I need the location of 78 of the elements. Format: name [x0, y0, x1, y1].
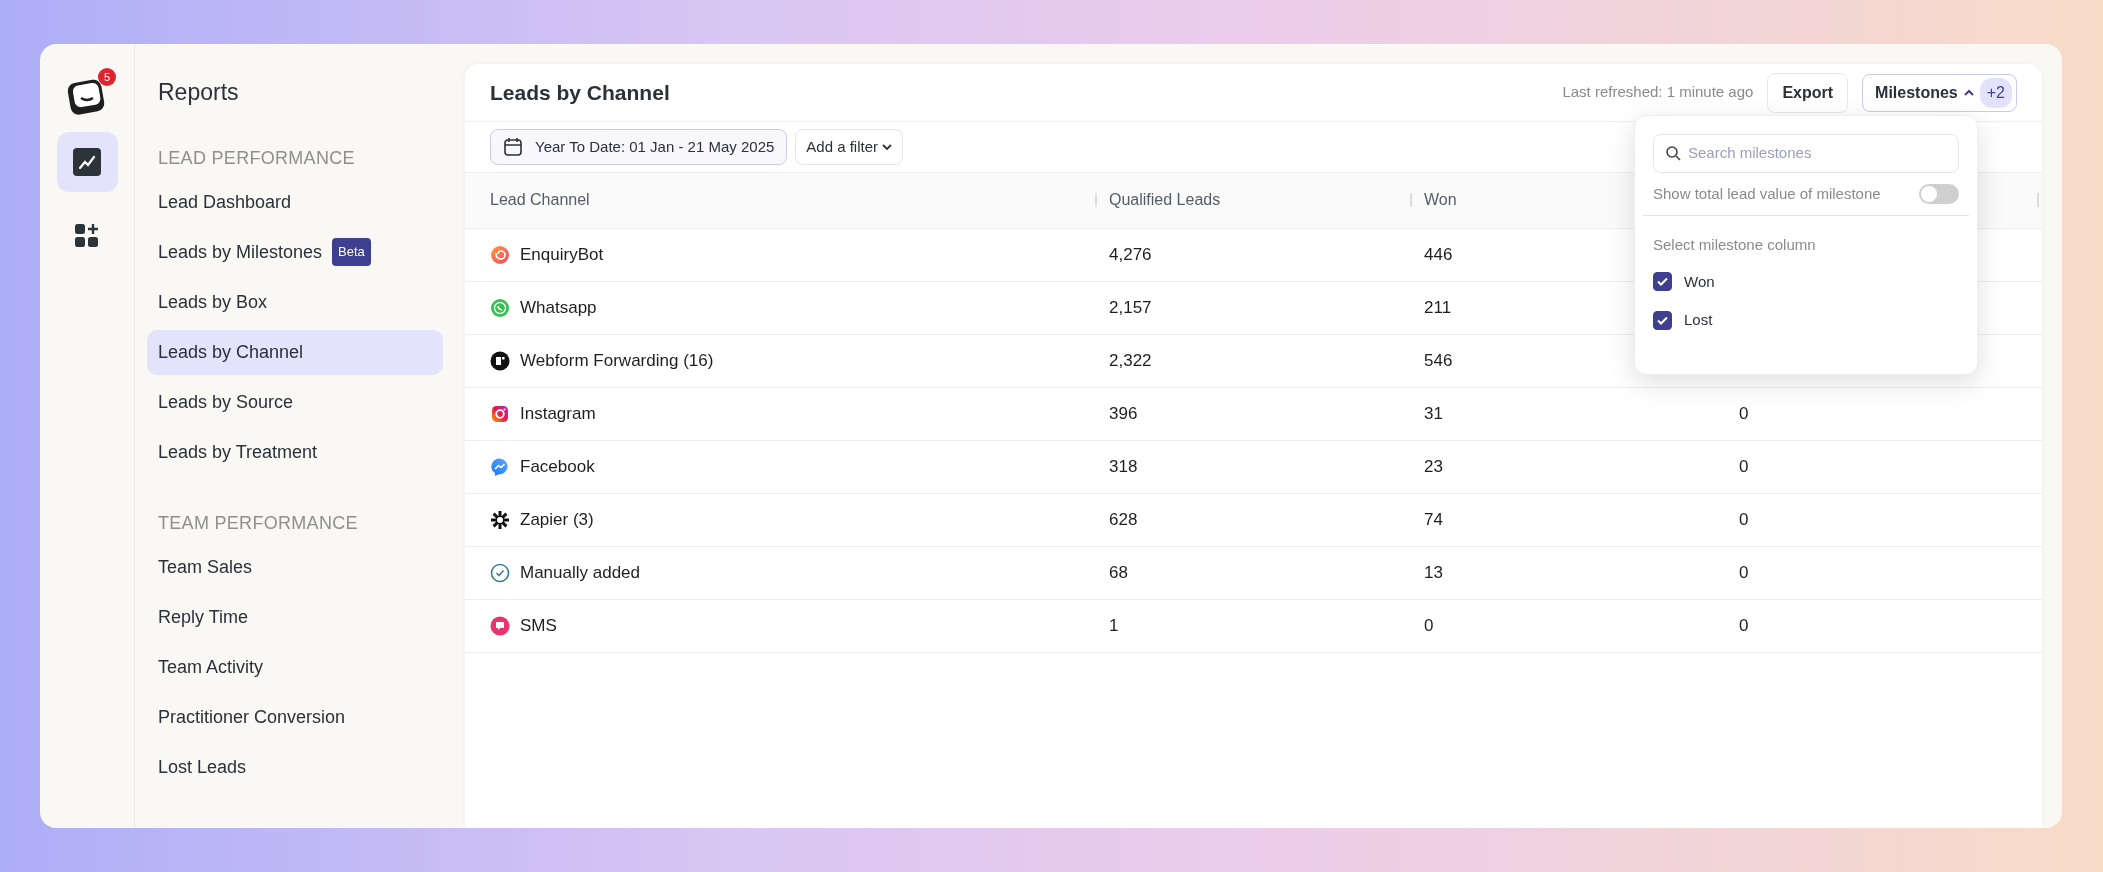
- apps-plus-icon: [74, 223, 100, 249]
- lightning-bubble-icon: [490, 456, 510, 477]
- table-cell: 0: [1739, 456, 1749, 476]
- search-field[interactable]: Search milestones: [1653, 134, 1959, 173]
- table-cell: 0: [1424, 615, 1434, 635]
- sidebar-item[interactable]: Leads by Box: [147, 279, 443, 325]
- table-cell: 23: [1424, 456, 1443, 476]
- add-filter-button[interactable]: Add a filter: [795, 128, 904, 166]
- table-cell: 1: [1109, 615, 1119, 635]
- notification-badge: 5: [98, 68, 116, 86]
- table-cell: 318: [1109, 456, 1138, 476]
- date-range-button[interactable]: Year To Date: 01 Jan - 21 May 2025: [490, 128, 788, 166]
- bot-icon: [490, 244, 510, 265]
- sidebar-item[interactable]: Lost Leads: [147, 744, 443, 790]
- sidebar-item[interactable]: Team Sales: [147, 544, 443, 590]
- table-cell: 446: [1424, 244, 1453, 264]
- export-button[interactable]: Export: [1767, 72, 1849, 113]
- chart-icon: [73, 148, 101, 176]
- channel-name: Webform Forwarding (16): [520, 349, 714, 372]
- column-header: Lead Channel: [465, 173, 1095, 228]
- channel-name: SMS: [520, 614, 557, 637]
- channel-name: Zapier (3): [520, 508, 594, 531]
- form-icon: [490, 350, 510, 371]
- channel-name: Facebook: [520, 455, 595, 478]
- chevron-down-icon: [882, 143, 893, 151]
- option-label: Won: [1684, 271, 1715, 292]
- channel-name: EnquiryBot: [520, 243, 604, 266]
- channel-name: Instagram: [520, 402, 596, 425]
- table-cell: 13: [1424, 562, 1443, 582]
- table-cell: 2,157: [1109, 297, 1152, 317]
- caret-icon: [1963, 88, 1974, 97]
- check-circle-icon: [490, 562, 510, 583]
- table-cell: 0: [1739, 509, 1749, 529]
- phone-bubble-icon: [490, 297, 510, 318]
- sidebar-item[interactable]: Leads by Source: [147, 379, 443, 425]
- camera-icon: [490, 403, 510, 424]
- toggle-switch[interactable]: [1919, 183, 1959, 204]
- section-label: Select milestone column: [1653, 235, 1817, 255]
- sidebar-item[interactable]: Leads by Channel: [147, 329, 443, 375]
- checkbox[interactable]: [1653, 272, 1672, 292]
- section-heading: TEAM PERFORMANCE: [157, 511, 359, 535]
- checkbox[interactable]: [1653, 310, 1672, 330]
- milestones-button[interactable]: Milestones +2: [1862, 73, 2017, 112]
- beta-badge: Beta: [332, 238, 371, 266]
- sidebar-item[interactable]: Lead Dashboard: [147, 179, 443, 225]
- calendar-icon: [503, 137, 523, 157]
- table-cell: 0: [1739, 615, 1749, 635]
- sidebar-item[interactable]: Reply Time: [147, 594, 443, 640]
- table-cell: 0: [1739, 562, 1749, 582]
- message-icon: [490, 615, 510, 636]
- option-label: Lost: [1684, 310, 1713, 330]
- checkmark-icon: [1657, 315, 1668, 325]
- channel-name: Whatsapp: [520, 296, 597, 319]
- rail-tab[interactable]: [56, 132, 118, 192]
- channel-name: Manually added: [520, 561, 641, 584]
- section-heading: LEAD PERFORMANCE: [157, 146, 356, 170]
- table-cell: 4,276: [1109, 244, 1152, 264]
- sidebar-item[interactable]: Leads by Milestones Beta: [147, 229, 443, 275]
- column-header: Qualified Leads: [1095, 173, 1410, 228]
- count-badge: +2: [1979, 77, 2012, 108]
- table-cell: 628: [1109, 509, 1138, 529]
- table-cell: 2,322: [1109, 350, 1152, 370]
- sidebar-item-label: Leads by Milestones: [158, 240, 323, 264]
- sidebar-title: Reports: [157, 79, 240, 107]
- sidebar-item[interactable]: Practitioner Conversion: [147, 694, 443, 740]
- table-cell: 31: [1424, 403, 1443, 423]
- asterisk-icon: [490, 509, 510, 530]
- table-cell: 211: [1424, 297, 1452, 317]
- last-refreshed-text: Last refreshed: 1 minute ago: [1562, 82, 1754, 103]
- table-cell: 396: [1109, 403, 1138, 423]
- checkmark-icon: [1657, 277, 1668, 287]
- sidebar-item[interactable]: Team Activity: [147, 644, 443, 690]
- table-cell: 546: [1424, 350, 1453, 370]
- sidebar-item[interactable]: Leads by Treatment: [147, 429, 443, 475]
- table-cell: 0: [1739, 403, 1749, 423]
- report-title: Leads by Channel: [490, 79, 671, 106]
- table-cell: 74: [1424, 509, 1443, 529]
- table-cell: 68: [1109, 562, 1128, 582]
